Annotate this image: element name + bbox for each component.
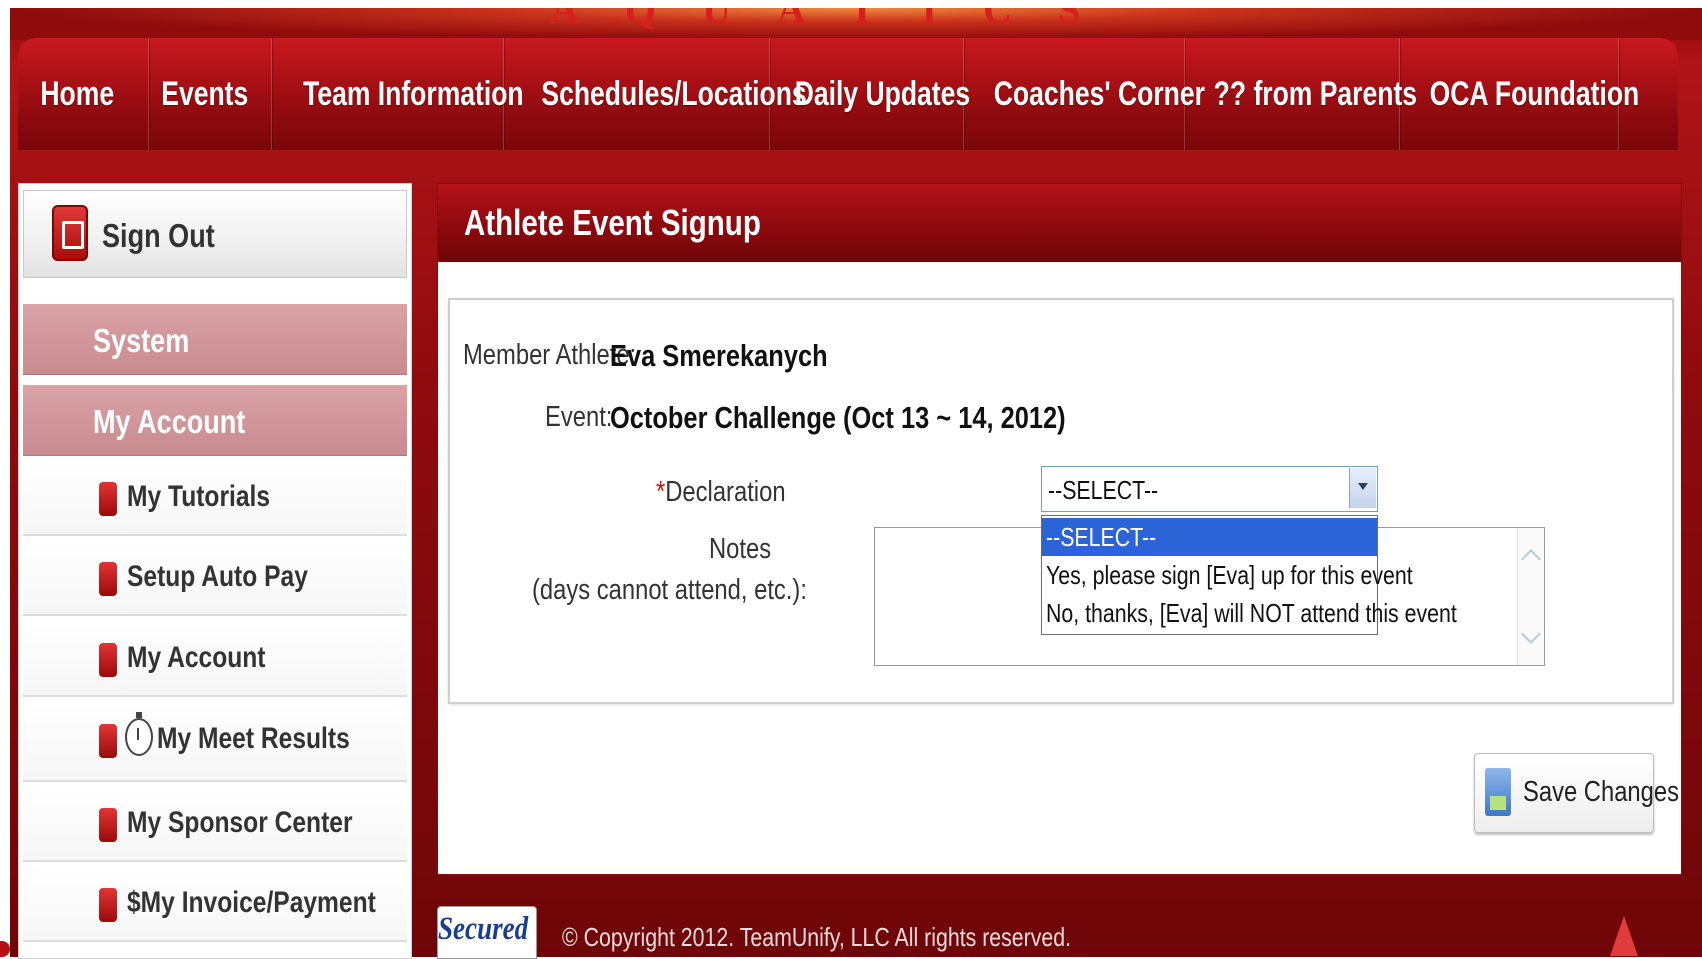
main-nav: Home Events Team Information Schedules/L… [18,38,1678,150]
bullet-icon [99,724,117,758]
notes-hint: (days cannot attend, etc.): [532,574,807,606]
sidebar: Sign Out System My Account My Tutorials … [18,183,412,959]
nav-daily-updates[interactable]: Daily Updates [770,38,970,150]
sign-out-label: Sign Out [102,217,215,254]
sidebar-section-my-account[interactable]: My Account [23,385,407,456]
sidebar-section-system[interactable]: System [23,304,407,375]
page-title: Athlete Event Signup [464,202,761,243]
declaration-option[interactable]: --SELECT-- [1042,518,1377,556]
required-marker: * [656,476,666,508]
sidebar-item-setup-auto-pay[interactable]: Setup Auto Pay [23,542,407,616]
nav-oca-foundation[interactable]: OCA Foundation [1400,38,1639,150]
nav-coaches-corner[interactable]: Coaches' Corner [964,38,1205,150]
declaration-option[interactable]: No, thanks, [Eva] will NOT attend this e… [1042,594,1457,632]
chevron-down-icon[interactable] [1349,468,1376,508]
nav-events[interactable]: Events [149,38,272,150]
event-value: October Challenge (Oct 13 ~ 14, 2012) [610,400,1066,435]
sidebar-item-label: My Sponsor Center [127,806,353,839]
notes-label: Notes [709,533,772,565]
save-changes-label: Save Changes [1523,776,1680,808]
sidebar-item-my-tutorials[interactable]: My Tutorials [23,462,407,536]
save-changes-button[interactable]: Save Changes [1474,753,1679,833]
logo-banner: AQUATICS [10,8,1702,40]
secured-badge[interactable]: Secured [437,906,537,959]
sidebar-item-my-meet-results[interactable]: My Meet Results [23,704,407,782]
scroll-up-icon[interactable] [1521,549,1541,569]
sidebar-item-label: My Account [127,641,266,674]
declaration-dropdown-list: --SELECT-- Yes, please sign [Eva] up for… [1041,515,1457,635]
floppy-disk-icon [1485,768,1511,816]
nav-home[interactable]: Home [30,38,149,150]
scroll-down-icon[interactable] [1521,624,1541,644]
sidebar-item-label: My Tutorials [127,480,271,513]
sidebar-item-label: Setup Auto Pay [127,560,308,593]
decorative-edge [0,941,10,957]
sign-out-button[interactable]: Sign Out [23,190,407,278]
stopwatch-icon [125,712,153,756]
declaration-select[interactable]: --SELECT-- [1041,466,1378,512]
declaration-label: *Declaration [656,476,786,508]
bullet-icon [99,888,117,922]
event-label: Event: [545,401,613,433]
sidebar-item-label: My Meet Results [157,722,350,755]
nav-team-information[interactable]: Team Information [272,38,524,150]
sidebar-item-my-invoice-payment[interactable]: $My Invoice/Payment [23,868,407,942]
sidebar-item-label: $My Invoice/Payment [127,886,376,919]
nav-from-parents[interactable]: ?? from Parents [1185,38,1417,150]
sign-out-icon [52,205,88,261]
sidebar-item-my-sponsor-center[interactable]: My Sponsor Center [23,788,407,862]
logo-text: AQUATICS [550,8,1127,32]
member-athlete-value: Eva Smerekanych [610,338,828,373]
bullet-icon [99,643,117,677]
nav-schedules-locations[interactable]: Schedules/Locations [504,38,807,150]
bullet-icon [99,808,117,842]
panel-header: Athlete Event Signup [438,184,1681,262]
notes-scrollbar[interactable] [1517,528,1544,665]
bullet-icon [99,482,117,516]
bullet-icon [99,562,117,596]
declaration-option[interactable]: Yes, please sign [Eva] up for this event [1042,556,1413,594]
copyright-text: © Copyright 2012. TeamUnify, LLC All rig… [562,922,1072,952]
corner-logo-icon [1610,916,1638,956]
sidebar-item-my-account[interactable]: My Account [23,623,407,697]
declaration-selected-value: --SELECT-- [1048,475,1159,505]
